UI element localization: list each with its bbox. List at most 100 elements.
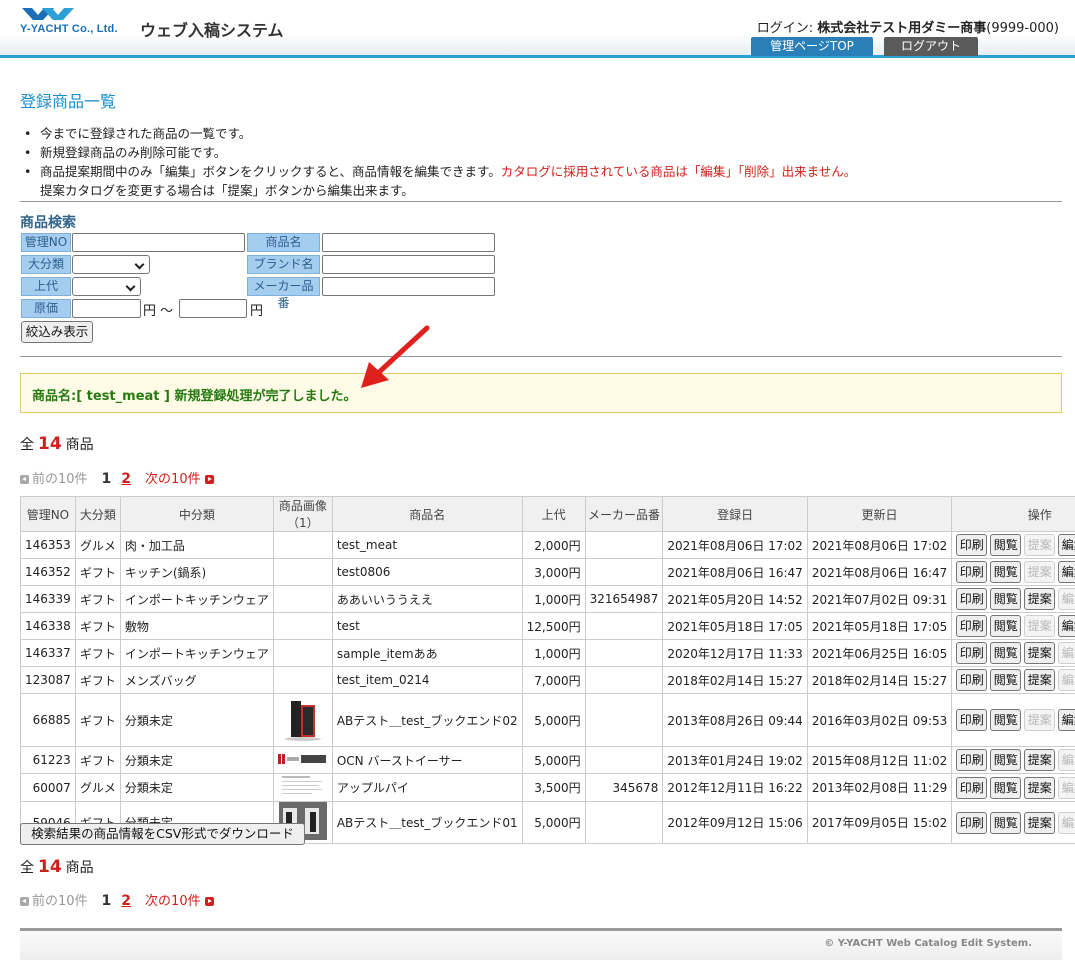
- product-thumbnail[interactable]: [278, 694, 327, 746]
- view-button[interactable]: 閲覧: [990, 615, 1022, 637]
- cell-maker: [584, 746, 664, 774]
- cell-upd: 2016年03月02日 09:53: [806, 693, 953, 747]
- page-2-link[interactable]: 2: [121, 893, 131, 909]
- print-button[interactable]: 印刷: [956, 642, 988, 664]
- cost-min-input[interactable]: [72, 299, 141, 318]
- view-button[interactable]: 閲覧: [990, 749, 1022, 771]
- count-prefix: 全: [20, 860, 34, 876]
- edit-button[interactable]: 編集: [1058, 709, 1075, 731]
- cell-upd: 2021年08月06日 16:47: [806, 558, 953, 586]
- propose-button[interactable]: 提案: [1024, 749, 1056, 771]
- logout-button[interactable]: ログアウト: [884, 37, 978, 56]
- print-button[interactable]: 印刷: [956, 749, 988, 771]
- cell-reg: 2021年08月06日 17:02: [662, 531, 808, 559]
- cell-sub: 肉・加工品: [119, 531, 274, 559]
- row-actions: 印刷閲覧提案編集削除: [956, 615, 1075, 637]
- cell-upd: 2017年09月05日 15:02: [806, 801, 953, 844]
- cell-reg: 2013年01月24日 19:02: [662, 746, 808, 774]
- edit-button[interactable]: 編集: [1058, 561, 1075, 583]
- operations-cell: 印刷閲覧提案編集削除: [951, 693, 1075, 747]
- operations-cell: 印刷閲覧提案編集削除: [951, 639, 1075, 667]
- col-header: 操作: [951, 496, 1075, 532]
- propose-button[interactable]: 提案: [1024, 776, 1056, 799]
- view-button[interactable]: 閲覧: [990, 534, 1022, 556]
- maker-number-input[interactable]: [322, 277, 495, 296]
- propose-button[interactable]: 提案: [1024, 669, 1056, 691]
- view-button[interactable]: 閲覧: [990, 588, 1022, 610]
- propose-button[interactable]: 提案: [1024, 642, 1056, 664]
- view-button[interactable]: 閲覧: [990, 709, 1022, 731]
- cell-no: 146337: [20, 639, 76, 667]
- cell-price: 2,000円: [521, 531, 586, 559]
- cell-no: 61223: [20, 746, 76, 774]
- prev-page-link[interactable]: 前の10件: [32, 472, 88, 487]
- propose-button[interactable]: 提案: [1024, 811, 1056, 834]
- label-category: 大分類: [21, 255, 71, 274]
- print-button[interactable]: 印刷: [956, 776, 988, 799]
- prev-arrow-icon: [20, 897, 29, 906]
- yen-text: 円: [250, 304, 264, 319]
- propose-button: 提案: [1024, 561, 1056, 583]
- management-no-input[interactable]: [72, 233, 245, 252]
- view-button[interactable]: 閲覧: [990, 642, 1022, 664]
- note-text: 新規登録商品のみ削除可能です。: [40, 145, 227, 160]
- admin-top-button[interactable]: 管理ページTOP: [751, 37, 873, 56]
- row-actions: 印刷閲覧提案編集削除: [956, 811, 1075, 834]
- filter-button[interactable]: 絞込み表示: [21, 321, 93, 343]
- cell-cat: ギフト: [74, 746, 121, 774]
- count-number: 14: [38, 434, 62, 454]
- print-button[interactable]: 印刷: [956, 534, 988, 556]
- view-button[interactable]: 閲覧: [990, 811, 1022, 834]
- next-page-link[interactable]: 次の10件: [145, 894, 201, 909]
- edit-button: 編集: [1058, 776, 1075, 799]
- col-header: 商品名: [331, 496, 523, 532]
- cell-no: 123087: [20, 666, 76, 694]
- product-image-cell: [272, 639, 333, 667]
- product-thumbnail[interactable]: [277, 753, 328, 768]
- table-row: 123087 ギフト メンズバッグ test_item_0214 7,000円 2018年…: [20, 666, 1075, 694]
- print-button[interactable]: 印刷: [956, 615, 988, 637]
- operations-cell: 印刷閲覧提案編集削除: [951, 585, 1075, 613]
- cell-cat: ギフト: [74, 612, 121, 640]
- product-name-input[interactable]: [322, 233, 495, 252]
- login-code: (9999-000): [986, 21, 1059, 36]
- retail-price-select[interactable]: [72, 277, 141, 296]
- product-thumbnail[interactable]: [279, 774, 326, 801]
- next-page-link[interactable]: 次の10件: [145, 472, 201, 487]
- edit-button[interactable]: 編集: [1058, 615, 1075, 637]
- print-button[interactable]: 印刷: [956, 561, 988, 583]
- csv-download-button[interactable]: 検索結果の商品情報をCSV形式でダウンロード: [20, 823, 305, 845]
- cost-max-input[interactable]: [179, 299, 247, 318]
- category-select[interactable]: [72, 255, 150, 274]
- edit-button: 編集: [1058, 669, 1075, 691]
- cell-maker: [584, 693, 664, 747]
- view-button[interactable]: 閲覧: [990, 669, 1022, 691]
- count-prefix: 全: [20, 437, 34, 453]
- row-actions: 印刷閲覧提案編集削除: [956, 776, 1075, 799]
- cell-name: test: [331, 612, 523, 640]
- cell-no: 146352: [20, 558, 76, 586]
- col-header: 登録日: [662, 496, 808, 532]
- table-row: 66885 ギフト 分類未定 ABテスト＿test_ブックエンド02 5,000円 201…: [20, 693, 1075, 747]
- prev-page-link[interactable]: 前の10件: [32, 894, 88, 909]
- label-management-no: 管理NO: [21, 233, 71, 252]
- edit-button[interactable]: 編集: [1058, 534, 1075, 556]
- cell-name: test_meat: [331, 531, 523, 559]
- cell-reg: 2021年05月18日 17:05: [662, 612, 808, 640]
- product-image-cell: [272, 612, 333, 640]
- login-info: ログイン: 株式会社テスト用ダミー商事(9999-000): [757, 17, 1059, 36]
- cell-price: 5,000円: [521, 801, 586, 844]
- view-button[interactable]: 閲覧: [990, 776, 1022, 799]
- propose-button[interactable]: 提案: [1024, 588, 1056, 610]
- print-button[interactable]: 印刷: [956, 709, 988, 731]
- label-product-name: 商品名: [247, 233, 320, 252]
- success-notice: 商品名:[ test_meat ] 新規登録処理が完了しました。: [20, 373, 1062, 413]
- print-button[interactable]: 印刷: [956, 588, 988, 610]
- cell-name: アップルパイ: [331, 773, 523, 802]
- print-button[interactable]: 印刷: [956, 669, 988, 691]
- page-2-link[interactable]: 2: [121, 471, 131, 487]
- print-button[interactable]: 印刷: [956, 811, 988, 834]
- view-button[interactable]: 閲覧: [990, 561, 1022, 583]
- cell-sub: インポートキッチンウェア: [119, 639, 274, 667]
- brand-input[interactable]: [322, 255, 495, 274]
